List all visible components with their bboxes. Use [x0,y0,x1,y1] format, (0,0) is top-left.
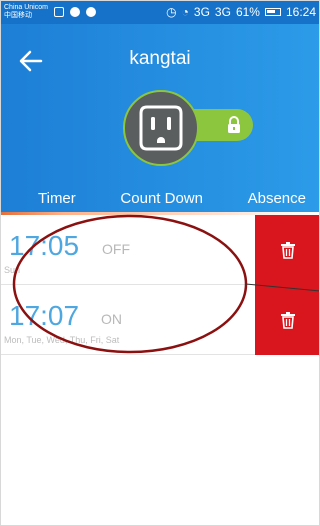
delete-button[interactable] [255,285,320,355]
timer-time: 17:05 [9,230,80,261]
delete-button[interactable] [255,215,320,285]
timer-days: Mon, Tue, Wed, Thu, Fri, Sat [4,335,120,345]
carrier-info: China Unicom 中国移动 [4,4,48,20]
device-status [123,90,255,170]
status-bar: China Unicom 中国移动 ◷ ◔ 3G 3G 61% 16:24 [0,0,320,24]
carrier-name-secondary: 中国移动 [4,12,32,19]
gallery-icon [53,7,64,17]
status-bar-right: ◷ ◔ 3G 3G 61% 16:24 [166,5,316,19]
power-button[interactable] [123,90,199,166]
chat-icon [85,7,96,17]
tab-timer[interactable]: Timer [38,190,76,207]
timer-row[interactable]: 17:07 ON Mon, Tue, Wed, Thu, Fri, Sat [0,285,320,355]
timer-row-content[interactable]: 17:07 ON Mon, Tue, Wed, Thu, Fri, Sat [0,285,256,355]
lock-icon [228,116,240,133]
timer-list: 17:05 OFF Sun 17:07 ON Mon, Tue, Wed, Th… [0,215,320,355]
tab-count-down[interactable]: Count Down [120,190,203,207]
timer-row-content[interactable]: 17:05 OFF Sun [0,215,256,285]
trash-icon [280,242,295,259]
battery-icon [264,8,281,16]
tab-absence[interactable]: Absence [248,190,306,207]
battery-percentage: 61% [235,5,260,19]
signal-strength-secondary: 3G [214,5,231,19]
timer-state: ON [101,311,122,327]
status-bar-left: China Unicom 中国移动 [4,4,96,20]
timer-row[interactable]: 17:05 OFF Sun [0,215,320,285]
wifi-icon: ◔ [181,5,189,19]
signal-strength: 3G [193,5,210,19]
timer-time: 17:07 [9,300,80,331]
tab-bar: Timer Count Down Absence [0,184,320,212]
alarm-icon: ◷ [166,5,177,19]
power-outlet-icon [139,105,183,151]
timer-days: Sun [4,265,21,275]
page-title: kangtai [129,48,191,69]
clock: 16:24 [285,5,316,19]
trash-icon [280,312,295,329]
carrier-name: China Unicom [4,4,48,11]
app-icon [69,7,80,17]
timer-state: OFF [102,241,130,257]
